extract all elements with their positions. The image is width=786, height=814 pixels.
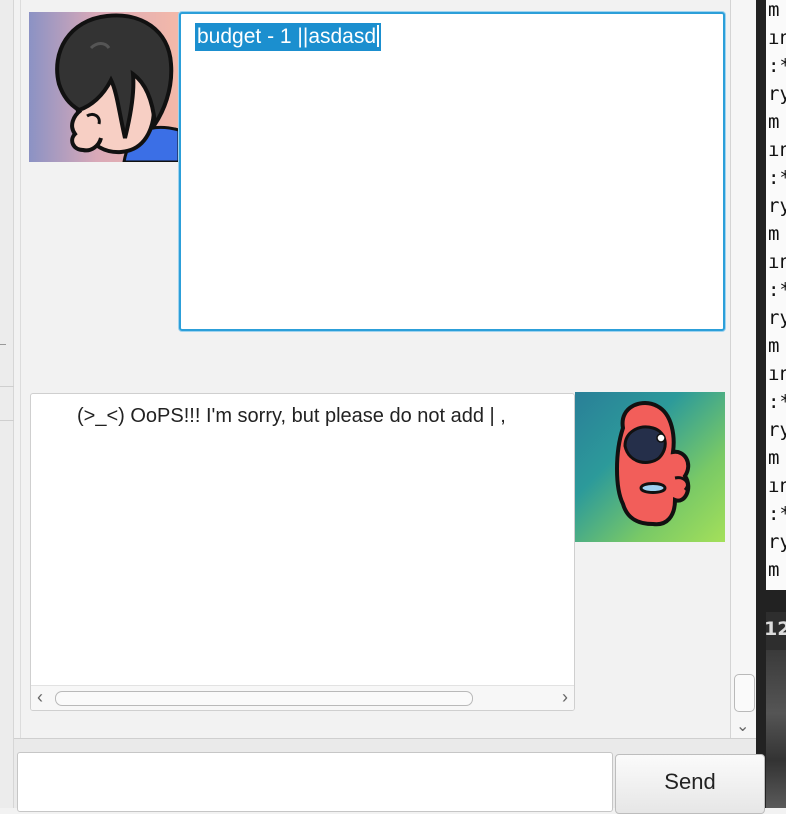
terminal-line: ın (768, 363, 786, 385)
bot-message-bubble[interactable]: (>_<) OoPS!!! I'm sorry, but please do n… (30, 393, 575, 711)
send-button[interactable]: Send (615, 754, 765, 814)
chevron-down-icon[interactable]: ⌄ (736, 716, 749, 736)
user-message-bubble[interactable]: budget - 1 ||asdasd (179, 12, 725, 331)
chevron-right-icon[interactable]: › (562, 687, 568, 708)
terminal-background-image (766, 650, 786, 808)
terminal-line: :* (768, 167, 786, 189)
terminal-line: ry (768, 195, 786, 217)
terminal-line: m (768, 559, 780, 581)
terminal-line: ın (768, 139, 786, 161)
terminal-line: :* (768, 391, 786, 413)
vertical-scrollbar[interactable]: ⌄ (730, 0, 756, 738)
horizontal-scroll-thumb[interactable] (55, 691, 473, 706)
background-terminal-window: m ın :* ry m ın :* ry m ın :* ry m ın :* ry m ın :* ry m 12 (756, 0, 786, 808)
chevron-left-icon[interactable]: ‹ (37, 687, 43, 708)
terminal-line: :* (768, 503, 786, 525)
vertical-scroll-thumb[interactable] (734, 674, 755, 712)
user-message-text[interactable]: budget - 1 ||asdasd (195, 23, 382, 51)
terminal-line: ın (768, 475, 786, 497)
terminal-line: ry (768, 419, 786, 441)
terminal-line: ın (768, 251, 786, 273)
terminal-line: m (768, 447, 780, 469)
text-caret (377, 25, 380, 47)
terminal-line: :* (768, 55, 786, 77)
terminal-line: ry (768, 83, 786, 105)
terminal-line: m (768, 0, 780, 21)
terminal-line: m (768, 223, 780, 245)
terminal-label: 12 (764, 618, 786, 640)
terminal-line: m (768, 111, 780, 133)
bot-avatar (575, 392, 725, 542)
horizontal-scrollbar[interactable]: ‹ › (31, 685, 574, 710)
message-input[interactable] (17, 752, 613, 812)
terminal-line: m (768, 335, 780, 357)
terminal-line: ın (768, 27, 786, 49)
left-window-edge (0, 0, 14, 808)
terminal-line: :* (768, 279, 786, 301)
terminal-line: ry (768, 307, 786, 329)
bot-message-text: (>_<) OoPS!!! I'm sorry, but please do n… (77, 405, 506, 427)
terminal-line: ry (768, 531, 786, 553)
user-avatar (29, 12, 179, 162)
terminal-text-area: m ın :* ry m ın :* ry m ın :* ry m ın :* ry m ın :* ry m (766, 0, 786, 590)
